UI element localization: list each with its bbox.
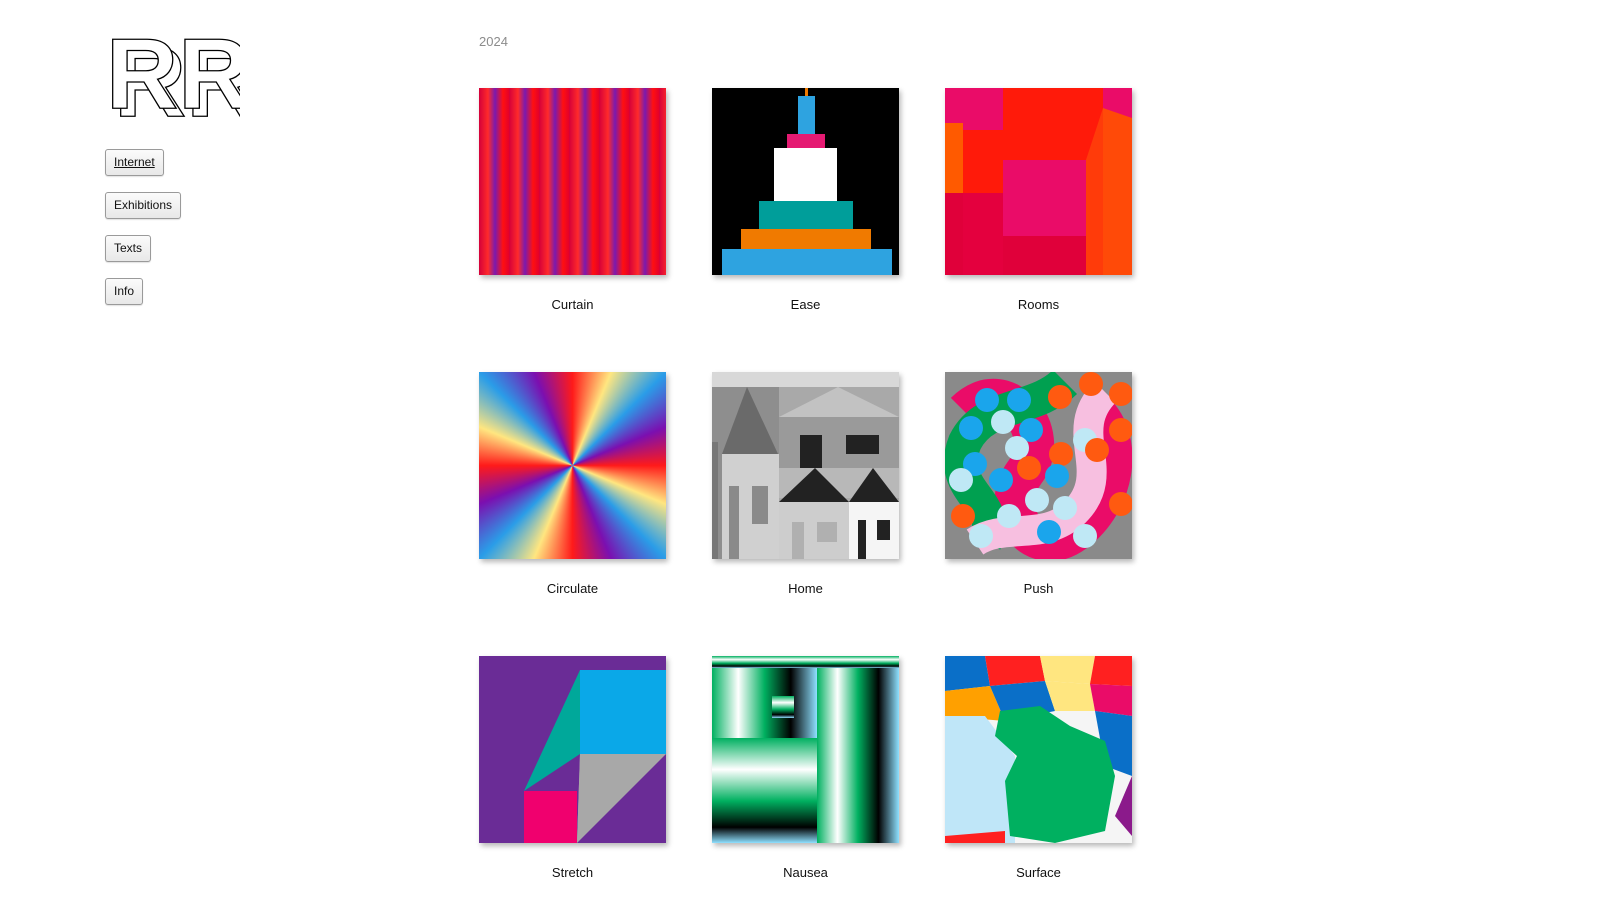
artwork-title[interactable]: Surface: [945, 865, 1132, 880]
year-heading: 2024: [479, 34, 508, 49]
artwork-title[interactable]: Home: [712, 581, 899, 596]
rr-logo-graphic: RR RR: [105, 17, 259, 138]
artwork-thumbnail-surface[interactable]: [945, 656, 1132, 843]
artwork-tile: Surface: [945, 656, 1132, 880]
artwork-title[interactable]: Push: [945, 581, 1132, 596]
artwork-tile: Curtain: [479, 88, 666, 312]
artwork-tile: Nausea: [712, 656, 899, 880]
nav-info-button[interactable]: Info: [105, 278, 144, 305]
artwork-title[interactable]: Nausea: [712, 865, 899, 880]
artwork-title[interactable]: Stretch: [479, 865, 666, 880]
artwork-tile: Home: [712, 372, 899, 596]
artwork-thumbnail-home[interactable]: [712, 372, 899, 559]
artwork-tile: Rooms: [945, 88, 1132, 312]
artwork-title[interactable]: Curtain: [479, 297, 666, 312]
nav-internet-button[interactable]: Internet: [105, 149, 164, 176]
nav-exhibitions-button[interactable]: Exhibitions: [105, 192, 182, 219]
artwork-title[interactable]: Rooms: [945, 297, 1132, 312]
artwork-thumbnail-stretch[interactable]: [479, 656, 666, 843]
artwork-thumbnail-curtain[interactable]: [479, 88, 666, 275]
artwork-title[interactable]: Circulate: [479, 581, 666, 596]
svg-text:RR: RR: [106, 26, 240, 122]
rr-logo[interactable]: RR RR: [104, 17, 259, 138]
artwork-tile: Ease: [712, 88, 899, 312]
artwork-title[interactable]: Ease: [712, 297, 899, 312]
main-nav: Internet Exhibitions Texts Info: [105, 149, 182, 321]
artwork-tile: Push: [945, 372, 1132, 596]
nav-texts-button[interactable]: Texts: [105, 235, 152, 262]
artwork-thumbnail-push[interactable]: [945, 372, 1132, 559]
artwork-tile: Stretch: [479, 656, 666, 880]
artwork-thumbnail-ease[interactable]: [712, 88, 899, 275]
artwork-thumbnail-nausea[interactable]: [712, 656, 899, 843]
artwork-thumbnail-circulate[interactable]: [479, 372, 666, 559]
artwork-thumbnail-rooms[interactable]: [945, 88, 1132, 275]
artwork-tile: Circulate: [479, 372, 666, 596]
